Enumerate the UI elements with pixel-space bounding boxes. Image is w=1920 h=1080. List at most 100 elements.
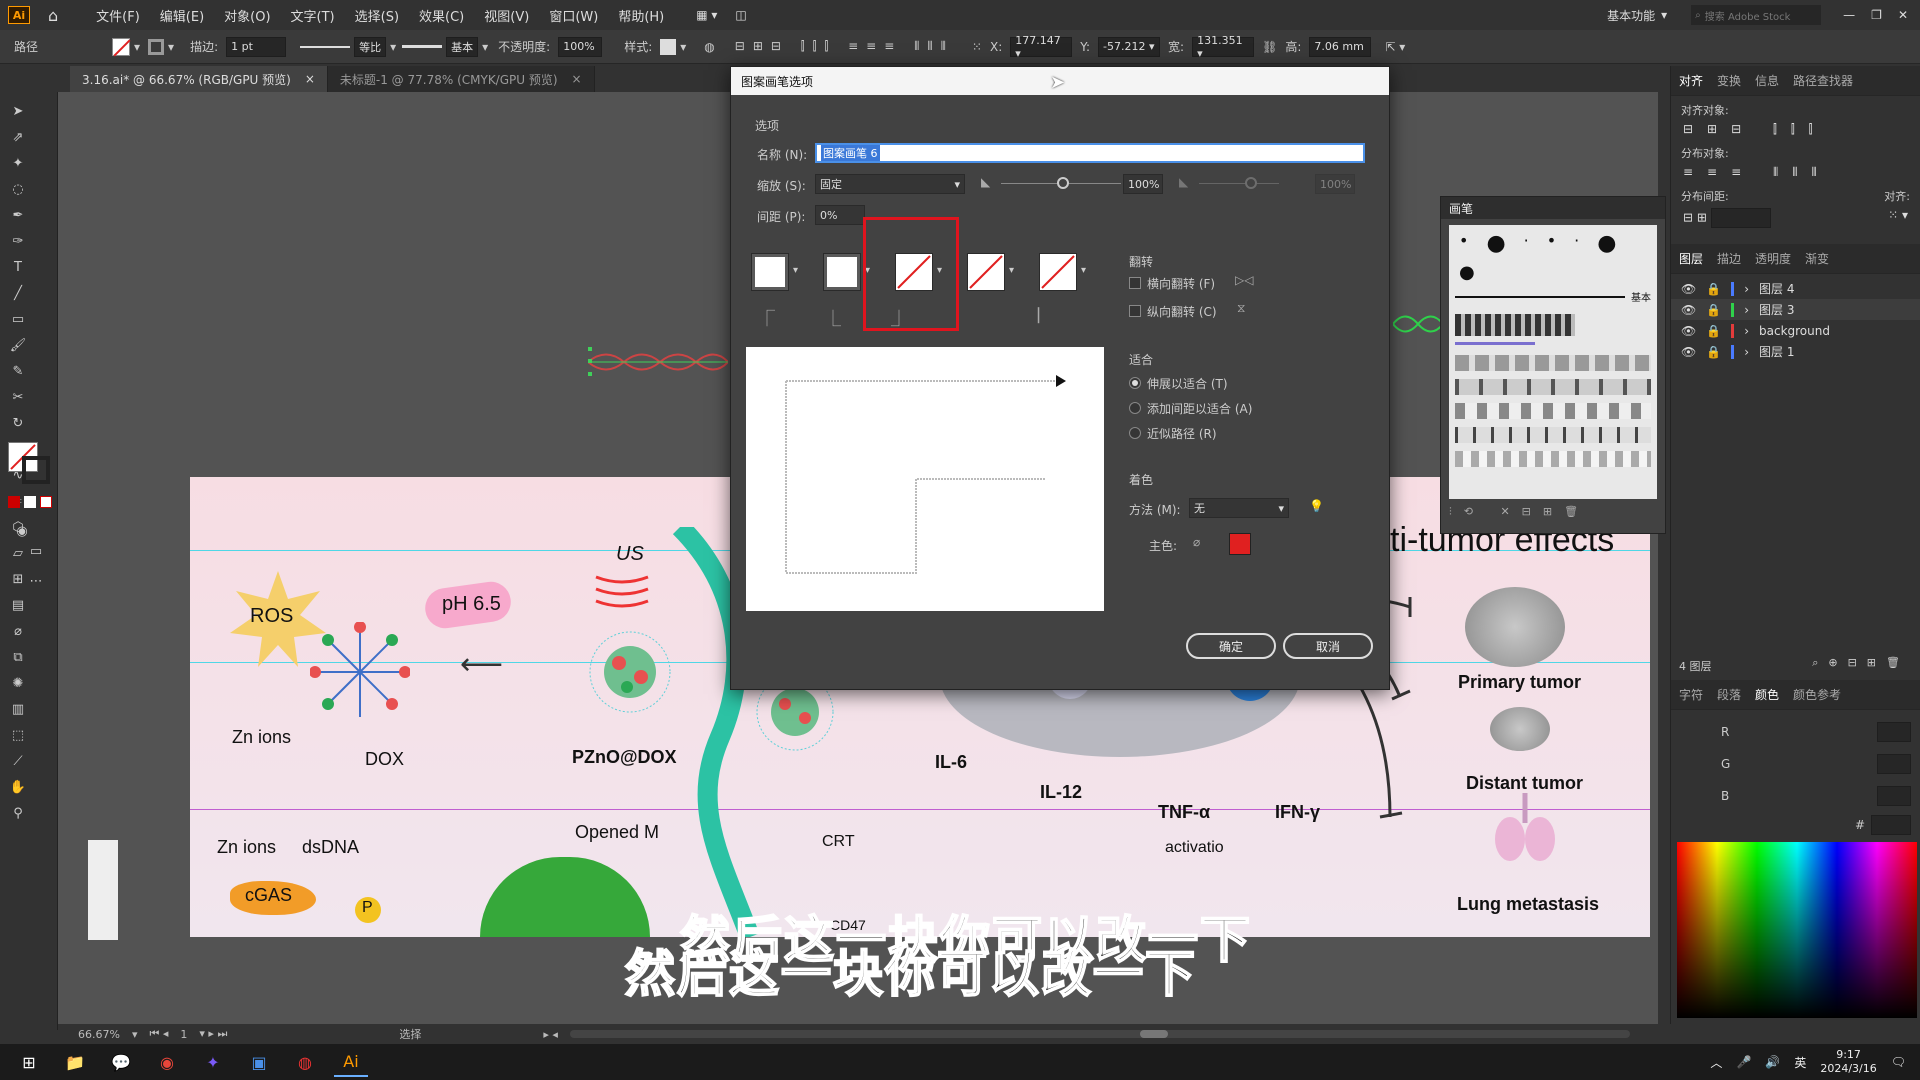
start-tile-preview[interactable] bbox=[967, 253, 1005, 291]
pen-tool-icon[interactable]: ✒ bbox=[7, 205, 29, 225]
tab-info[interactable]: 信息 bbox=[1755, 72, 1779, 89]
minimize-icon[interactable]: — bbox=[1843, 8, 1855, 22]
flip-horizontal-checkbox[interactable] bbox=[1129, 277, 1141, 289]
menu-file[interactable]: 文件(F) bbox=[86, 6, 150, 25]
first-page-icon[interactable]: ⏮ ◂ bbox=[149, 1027, 168, 1041]
clock[interactable]: 9:17 2024/3/16 bbox=[1820, 1048, 1876, 1076]
draw-mode-icon[interactable]: ◉ bbox=[11, 521, 33, 541]
layer-name[interactable]: 图层 4 bbox=[1759, 280, 1794, 297]
tab-gradient[interactable]: 渐变 bbox=[1805, 250, 1829, 267]
scale-percent-field[interactable]: 100% bbox=[1123, 174, 1163, 194]
tab-paragraph[interactable]: 段落 bbox=[1717, 686, 1741, 703]
align-icons[interactable]: ⊟⊞⊟ ⫿⫿⫿ ≡≡≡ ⦀⦀⦀ bbox=[735, 39, 954, 54]
hand-tool-icon[interactable]: ✋ bbox=[7, 777, 29, 797]
flip-vertical-checkbox[interactable] bbox=[1129, 305, 1141, 317]
outer-corner-tile-preview[interactable] bbox=[823, 253, 861, 291]
distribute-spacing-controls[interactable]: ⊟ ⊞ ⁠ ⁙ ▾ bbox=[1671, 206, 1920, 230]
end-tile-preview[interactable] bbox=[1039, 253, 1077, 291]
tab-transform[interactable]: 变换 bbox=[1717, 72, 1741, 89]
menu-help[interactable]: 帮助(H) bbox=[608, 6, 674, 25]
transform-icon[interactable]: ⇱ ▾ bbox=[1385, 40, 1405, 54]
fit-approximate-radio[interactable] bbox=[1129, 427, 1141, 439]
home-icon[interactable]: ⌂ bbox=[48, 6, 58, 25]
page-chevron-icon[interactable]: ▾ ▸ ⏭ bbox=[199, 1027, 227, 1041]
more-tools-icon[interactable]: ⋯ bbox=[25, 571, 47, 591]
tab-pathfinder[interactable]: 路径查找器 bbox=[1793, 72, 1853, 89]
layer-row[interactable]: 👁 🔒 › 图层 3 bbox=[1671, 299, 1920, 320]
menu-edit[interactable]: 编辑(E) bbox=[150, 6, 214, 25]
fill-swatch[interactable]: ▾ bbox=[112, 37, 140, 56]
blend-tool-icon[interactable]: ⧉ bbox=[7, 647, 29, 667]
start-tile-selector[interactable]: ▾ bbox=[967, 253, 1023, 293]
gradient-tool-icon[interactable]: ▤ bbox=[7, 595, 29, 615]
paintbrush-icon[interactable]: 🖌 bbox=[7, 335, 29, 355]
wechat-icon[interactable]: 💬 bbox=[104, 1047, 138, 1077]
menu-effect[interactable]: 效果(C) bbox=[409, 6, 474, 25]
menu-object[interactable]: 对象(O) bbox=[214, 6, 280, 25]
notifications-icon[interactable]: 🗨 bbox=[1891, 1055, 1906, 1069]
menu-window[interactable]: 窗口(W) bbox=[539, 6, 608, 25]
lock-icon[interactable]: 🔒 bbox=[1706, 303, 1721, 317]
variable-width-profile[interactable]: 等比 ▾ bbox=[300, 36, 396, 57]
side-tile-selector[interactable]: ▾ bbox=[751, 253, 807, 293]
expand-icon[interactable]: › bbox=[1744, 303, 1749, 317]
menu-type[interactable]: 文字(T) bbox=[281, 6, 345, 25]
menu-select[interactable]: 选择(S) bbox=[345, 6, 409, 25]
opacity-field[interactable]: 100% bbox=[558, 36, 603, 57]
reference-point-icon[interactable]: ⁙ bbox=[972, 40, 982, 54]
layer-row[interactable]: 👁 🔒 › 图层 1 bbox=[1671, 341, 1920, 362]
pattern-brush-samples[interactable] bbox=[1449, 310, 1657, 471]
graph-tool-icon[interactable]: ▥ bbox=[7, 699, 29, 719]
stroke-swatch[interactable]: ▾ bbox=[148, 38, 174, 55]
page-number[interactable]: 1 bbox=[180, 1028, 187, 1041]
status-arrow-icon[interactable]: ▸ ◂ bbox=[543, 1028, 558, 1041]
brush-definition[interactable]: 基本 ▾ bbox=[402, 36, 488, 57]
menu-view[interactable]: 视图(V) bbox=[474, 6, 539, 25]
slice-tool-icon[interactable]: ⟋ bbox=[7, 751, 29, 771]
symbol-sprayer-icon[interactable]: ✺ bbox=[7, 673, 29, 693]
close-icon[interactable]: ✕ bbox=[1898, 8, 1908, 22]
ok-button[interactable]: 确定 bbox=[1186, 633, 1276, 659]
style-swatch[interactable]: ▾ bbox=[660, 38, 686, 55]
rectangle-tool-icon[interactable]: ▭ bbox=[7, 309, 29, 329]
end-tile-selector[interactable]: ▾ bbox=[1039, 253, 1095, 293]
recorder-app-icon[interactable]: ◍ bbox=[288, 1047, 322, 1077]
tab-align[interactable]: 对齐 bbox=[1679, 72, 1703, 89]
tab-character[interactable]: 字符 bbox=[1679, 686, 1703, 703]
spacing-field[interactable]: 0% bbox=[815, 205, 865, 225]
distribute-objects-buttons[interactable]: ≡≡≡ ⦀⦀⦀ bbox=[1671, 163, 1920, 182]
notes-app-icon[interactable]: ▣ bbox=[242, 1047, 276, 1077]
curvature-tool-icon[interactable]: ✑ bbox=[7, 231, 29, 251]
tab-doc-1[interactable]: 3.16.ai* @ 66.67% (RGB/GPU 预览) × bbox=[70, 66, 328, 92]
scale-slider-1[interactable]: ◣ bbox=[981, 175, 1121, 193]
tray-expand-icon[interactable]: ︿ bbox=[1710, 1054, 1722, 1071]
scale-dropdown[interactable]: 固定 ▾ bbox=[815, 174, 965, 194]
eyedropper-icon[interactable]: ⌀ bbox=[1193, 535, 1200, 549]
lasso-icon[interactable]: ◌ bbox=[7, 179, 29, 199]
horizontal-scrollbar[interactable] bbox=[569, 1030, 1630, 1038]
stock-search[interactable]: ⌕ 搜索 Adobe Stock bbox=[1691, 5, 1822, 25]
gpu-performance-icon[interactable]: ◫ bbox=[735, 8, 746, 22]
recolor-icon[interactable]: ◍ bbox=[704, 40, 714, 54]
brush-list[interactable]: • ● · • · ● ● 基本 bbox=[1449, 225, 1657, 499]
fit-stretch-radio[interactable] bbox=[1129, 377, 1141, 389]
file-explorer-icon[interactable]: 📁 bbox=[58, 1047, 92, 1077]
tab-color[interactable]: 颜色 bbox=[1755, 686, 1779, 703]
layer-name[interactable]: 图层 1 bbox=[1759, 343, 1794, 360]
stroke-weight-field[interactable]: 1 pt bbox=[226, 36, 287, 57]
method-dropdown[interactable]: 无 ▾ bbox=[1189, 498, 1289, 518]
tab-stroke[interactable]: 描边 bbox=[1717, 250, 1741, 267]
zoom-chevron-icon[interactable]: ▾ bbox=[132, 1028, 138, 1041]
layer-row[interactable]: 👁 🔒 › background bbox=[1671, 320, 1920, 341]
screen-mode-icon[interactable]: ▭ bbox=[25, 541, 47, 561]
type-tool-icon[interactable]: T bbox=[7, 257, 29, 277]
brush-basic[interactable]: 基本 bbox=[1449, 283, 1657, 310]
magic-wand-icon[interactable]: ✦ bbox=[7, 153, 29, 173]
brush-panel-footer[interactable]: ⫶⟲ ✕⊟⊞🗑 bbox=[1441, 505, 1665, 519]
workspace-switcher[interactable]: 基本功能 bbox=[1607, 7, 1655, 24]
tab-transparency[interactable]: 透明度 bbox=[1755, 250, 1791, 267]
volume-icon[interactable]: 🔊 bbox=[1765, 1055, 1780, 1069]
close-icon[interactable]: × bbox=[305, 72, 315, 86]
tab-color-guide[interactable]: 颜色参考 bbox=[1793, 686, 1841, 703]
h-field[interactable]: 7.06 mm bbox=[1309, 36, 1372, 57]
